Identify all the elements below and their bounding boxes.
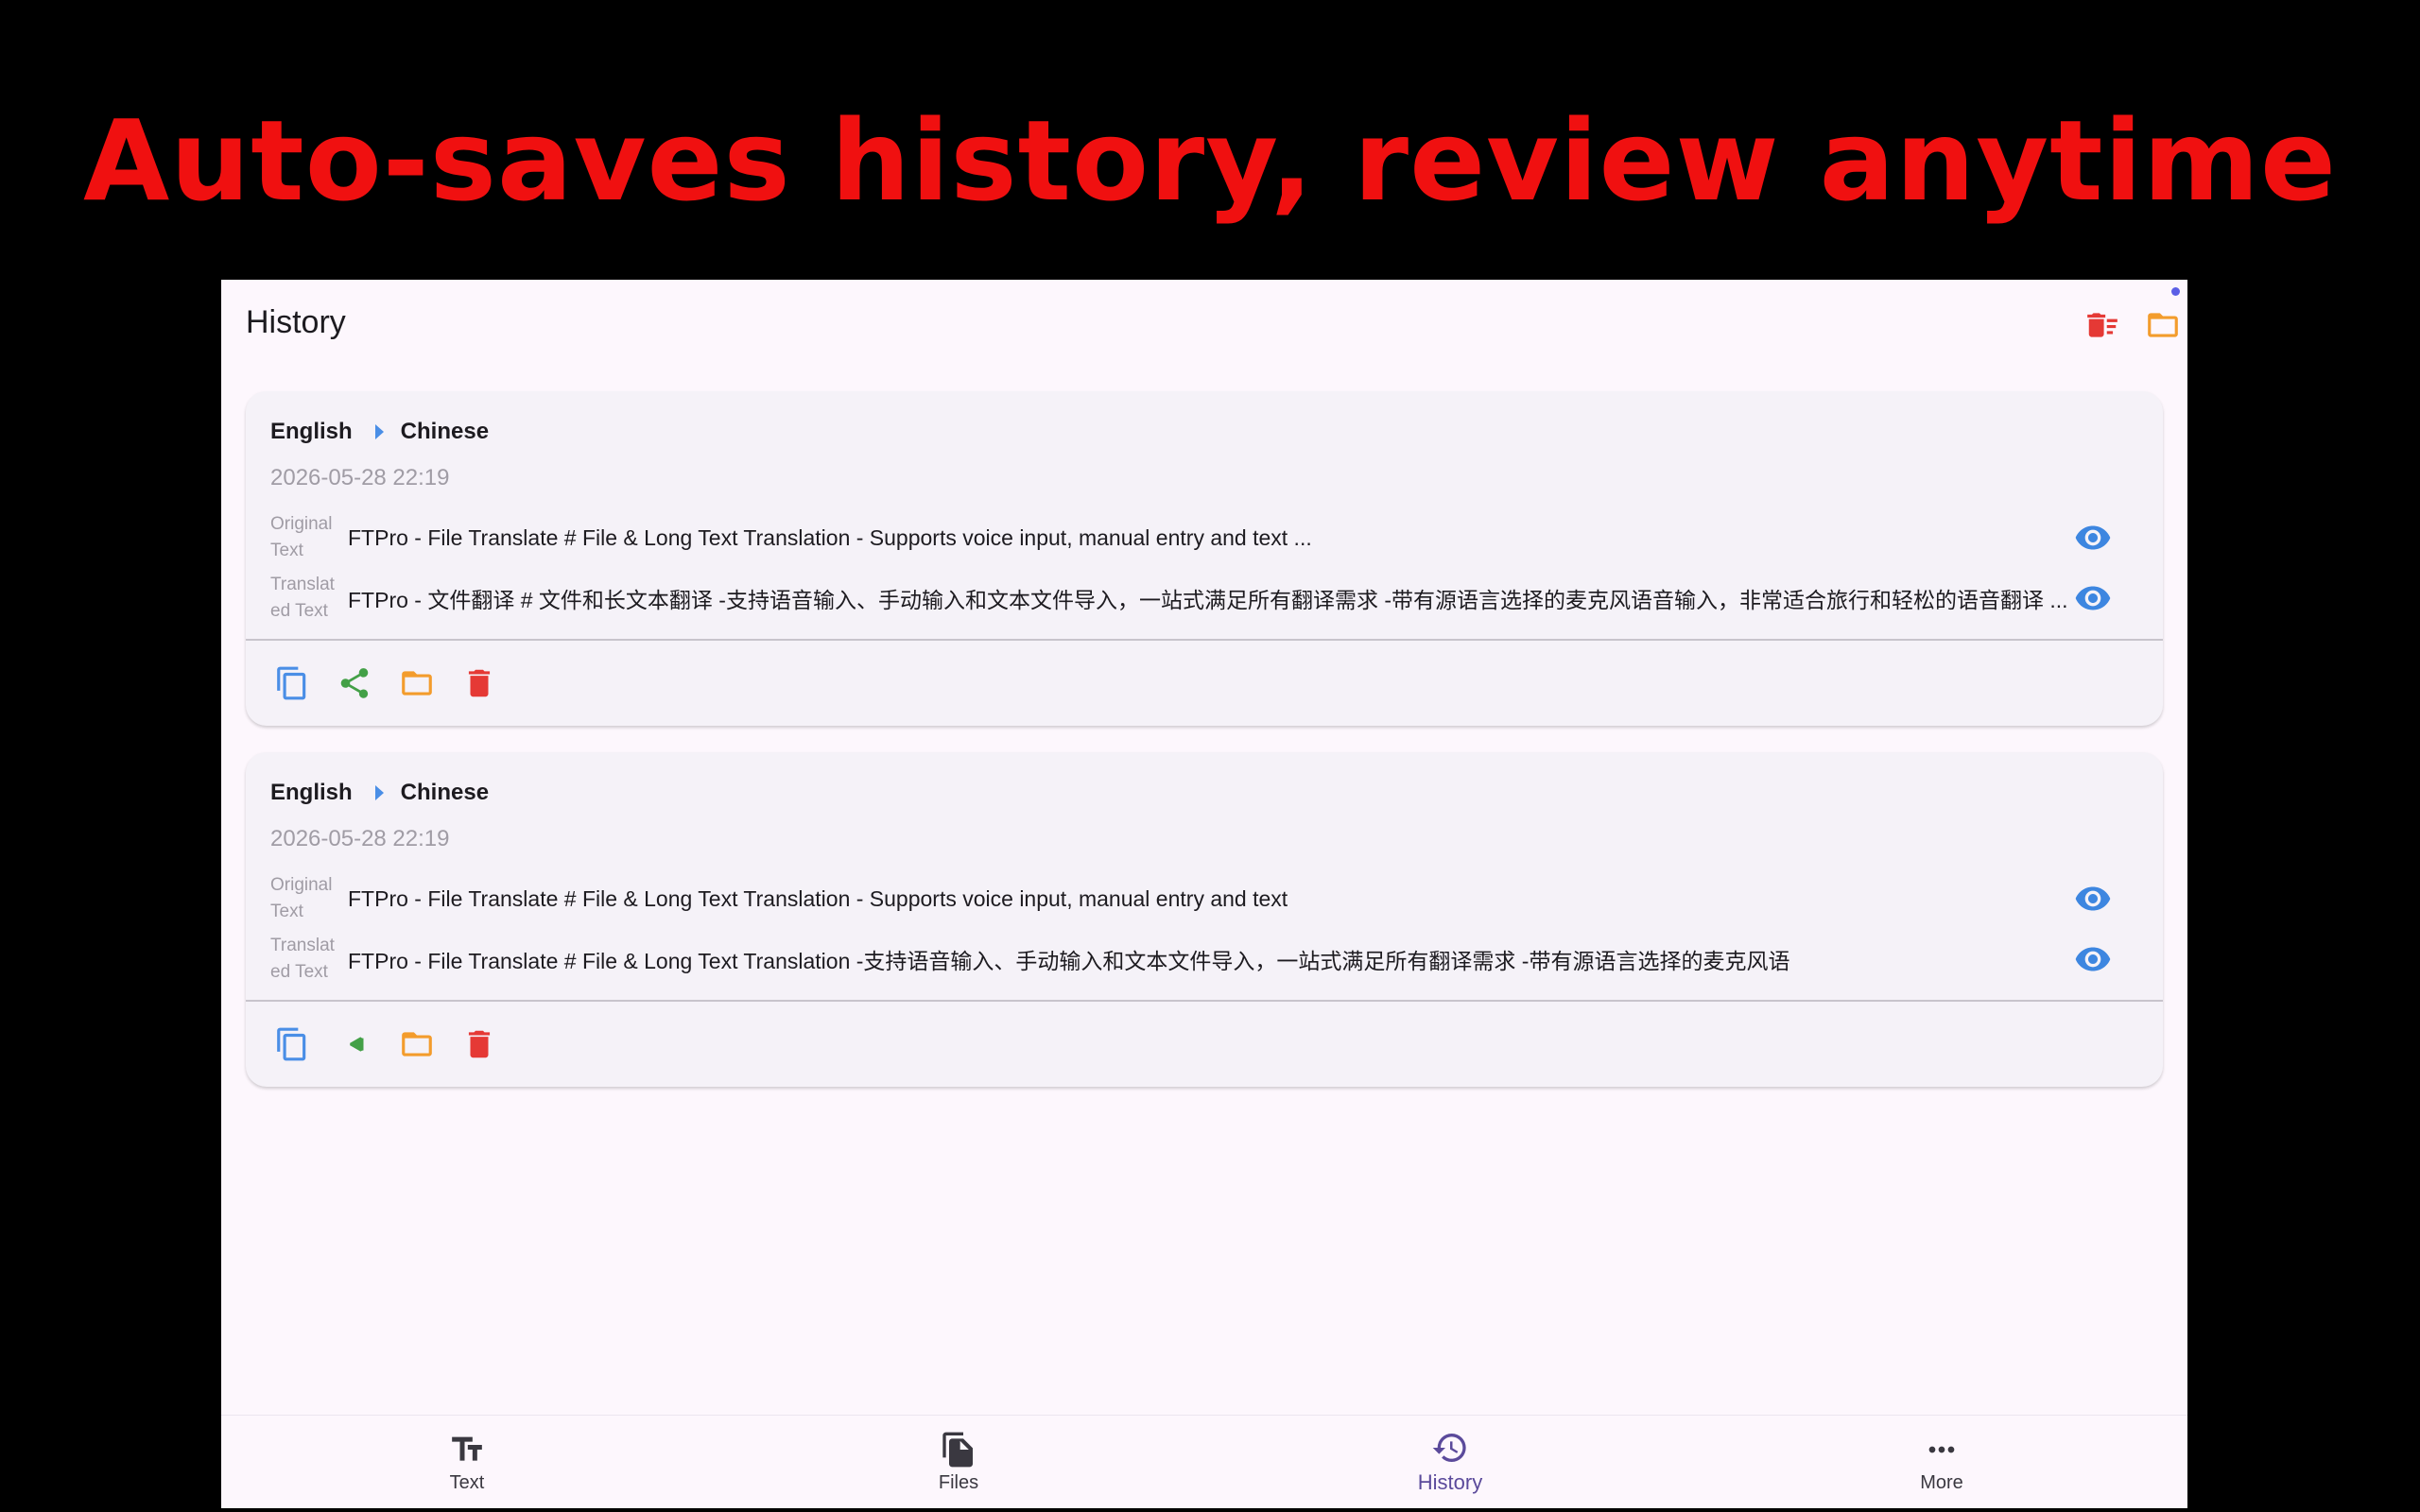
folder-icon	[402, 1032, 432, 1057]
translated-text-content: FTPro - 文件翻译 # 文件和长文本翻译 -支持语音输入、手动输入和文本文…	[348, 588, 2068, 612]
app-bar-actions	[2078, 301, 2187, 350]
original-text-content: FTPro - File Translate # File & Long Tex…	[348, 524, 1312, 550]
copy-icon	[277, 1027, 306, 1061]
folder-icon	[2148, 313, 2178, 337]
label-line: ed Text	[270, 601, 328, 621]
history-icon	[1432, 1434, 1466, 1462]
arrow-right-icon	[374, 785, 384, 800]
label-line: Text	[270, 541, 303, 560]
label-line: Translat	[270, 575, 335, 594]
copy-button[interactable]	[268, 1021, 316, 1068]
source-language: English	[270, 419, 353, 444]
original-text-row: Original Text FTPro - File Translate # F…	[270, 871, 2138, 926]
timestamp: 2026-05-28 22:19	[270, 465, 450, 490]
eye-icon	[2075, 886, 2111, 911]
view-translation-button[interactable]	[2074, 940, 2112, 978]
text-fields-icon	[452, 1436, 482, 1461]
delete-icon	[468, 669, 491, 697]
open-folder-button[interactable]	[2138, 301, 2187, 350]
history-list: English Chinese 2026-05-28 22:19 Origina…	[246, 391, 2163, 1113]
app-bar: History	[221, 280, 2187, 369]
nav-label: More	[1920, 1471, 1963, 1493]
nav-label: Text	[449, 1471, 485, 1493]
copy-button[interactable]	[268, 660, 316, 707]
page-title: History	[246, 304, 346, 340]
card-actions	[246, 1002, 2163, 1087]
eye-icon	[2075, 586, 2111, 610]
history-card[interactable]: English Chinese 2026-05-28 22:19 Origina…	[246, 391, 2163, 726]
delete-button[interactable]	[456, 660, 503, 707]
label-line: Text	[270, 902, 303, 921]
label-line: Original	[270, 514, 333, 534]
label-line: ed Text	[270, 962, 328, 982]
language-pair: English Chinese	[270, 779, 2138, 807]
translated-text-label: Translat ed Text	[270, 572, 348, 625]
eye-icon	[2075, 525, 2111, 550]
label-line: Translat	[270, 936, 335, 955]
copy-icon	[277, 666, 306, 700]
share-button[interactable]	[331, 660, 378, 707]
arrow-right-icon	[374, 424, 384, 439]
view-original-button[interactable]	[2074, 880, 2112, 918]
translated-text-content: FTPro - File Translate # File & Long Tex…	[348, 949, 1790, 973]
history-card[interactable]: English Chinese 2026-05-28 22:19 Origina…	[246, 752, 2163, 1087]
delete-button[interactable]	[456, 1021, 503, 1068]
original-text-row: Original Text FTPro - File Translate # F…	[270, 510, 2138, 565]
files-icon	[942, 1432, 973, 1467]
translated-text-label: Translat ed Text	[270, 933, 348, 986]
save-to-folder-button[interactable]	[393, 660, 441, 707]
view-translation-button[interactable]	[2074, 579, 2112, 617]
translated-text-row: Translat ed Text FTPro - File Translate …	[270, 932, 2138, 987]
translated-text-row: Translat ed Text FTPro - 文件翻译 # 文件和长文本翻译…	[270, 571, 2138, 626]
nav-label: History	[1417, 1470, 1483, 1494]
target-language: Chinese	[400, 780, 490, 805]
original-text-label: Original Text	[270, 511, 348, 564]
share-icon	[350, 1037, 364, 1052]
original-text-label: Original Text	[270, 872, 348, 925]
view-original-button[interactable]	[2074, 519, 2112, 557]
card-actions	[246, 641, 2163, 726]
target-language: Chinese	[400, 419, 490, 444]
source-language: English	[270, 780, 353, 805]
app-screen: History English Chinese 2026-05-28 22:19…	[221, 280, 2187, 1508]
folder-icon	[402, 671, 432, 696]
timestamp: 2026-05-28 22:19	[270, 826, 450, 851]
nav-tab-files[interactable]: Files	[713, 1416, 1204, 1508]
nav-tab-history[interactable]: History	[1204, 1416, 1696, 1508]
language-pair: English Chinese	[270, 418, 2138, 446]
eye-icon	[2075, 947, 2111, 971]
delete-icon	[468, 1030, 491, 1058]
share-button[interactable]	[331, 1021, 378, 1068]
share-icon	[340, 668, 369, 698]
nav-tab-more[interactable]: More	[1696, 1416, 2187, 1508]
bottom-navigation: Text Files History More	[221, 1415, 2187, 1508]
clear-all-history-button[interactable]	[2078, 301, 2127, 350]
nav-label: Files	[938, 1471, 979, 1493]
save-to-folder-button[interactable]	[393, 1021, 441, 1068]
original-text-content: FTPro - File Translate # File & Long Tex…	[348, 885, 1288, 911]
nav-tab-text[interactable]: Text	[221, 1416, 713, 1508]
label-line: Original	[270, 875, 333, 895]
promo-banner: Auto-saves history, review anytime	[82, 95, 2338, 226]
delete-sweep-icon	[2087, 313, 2118, 337]
more-horiz-icon	[1928, 1446, 1955, 1452]
